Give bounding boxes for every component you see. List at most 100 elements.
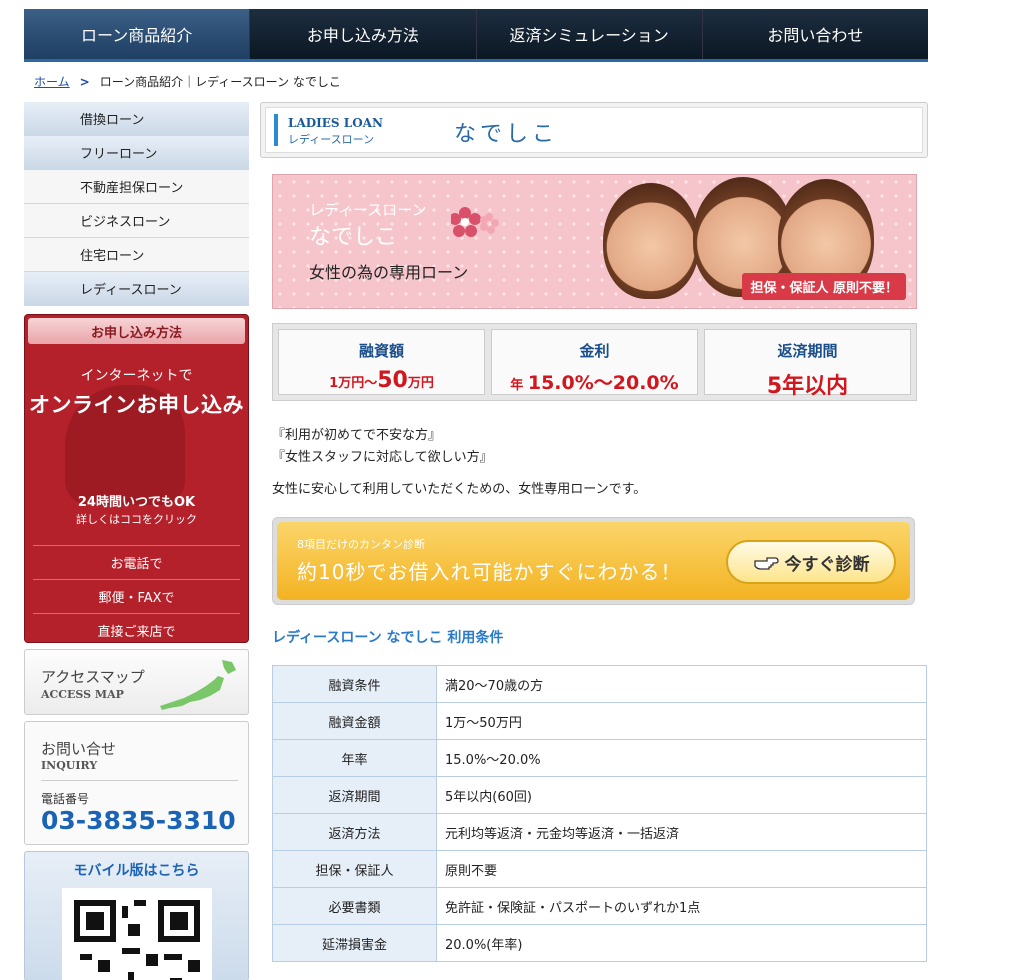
conditions-table: 融資条件 満20～70歳の方 融資金額 1万～50万円 年率 15.0%～20.0% … [272, 665, 927, 962]
product-description: 『利用が初めてで不安な方』 『女性スタッフに対応して欲しい方』 女性に安心して利… [272, 425, 928, 501]
page-title-japanese: レディースローン [288, 133, 375, 146]
banner-badge: 担保・保証人 原則不要！ [742, 273, 906, 300]
breadcrumb-separator: > [79, 74, 90, 89]
condition-value: 20.0%(年率) [436, 924, 927, 962]
apply-by-phone-link[interactable]: お電話で [33, 545, 240, 579]
qr-code-frame [62, 888, 212, 980]
condition-value: 15.0%～20.0% [436, 739, 927, 777]
sidebar-item-free-loan[interactable]: フリーローン [24, 136, 249, 170]
apply-detail-link[interactable]: 詳しくはココをクリック [25, 511, 248, 527]
diagnosis-small-text: 8項目だけのカンタン診断 [297, 538, 425, 551]
access-map-subtitle: ACCESS MAP [41, 688, 124, 701]
qr-code-icon [74, 900, 200, 980]
condition-value: 満20～70歳の方 [436, 665, 927, 703]
spec-interest-rate-range: 15.0%～20.0% [527, 372, 679, 394]
condition-key: 融資条件 [272, 665, 437, 703]
phone-number[interactable]: 03-3835-3310 [41, 806, 236, 835]
access-map-title: アクセスマップ [41, 668, 145, 686]
title-accent-bar [274, 114, 278, 146]
quick-diagnosis-banner[interactable]: 8項目だけのカンタン診断 約10秒でお借入れ可能かすぐにわかる！ 今すぐ診断 [272, 517, 915, 605]
condition-key: 必要書類 [272, 887, 437, 925]
breadcrumb-home-link[interactable]: ホーム [34, 73, 70, 90]
mobile-site-title: モバイル版はこちら [73, 863, 200, 879]
japan-map-icon [160, 660, 236, 710]
page-title-inner: LADIES LOAN レディースローン なでしこ [265, 107, 923, 153]
nav-loan-products[interactable]: ローン商品紹介 [24, 9, 251, 59]
description-line-2: 『女性スタッフに対応して欲しい方』 [272, 450, 493, 465]
condition-value: 原則不要 [436, 850, 927, 888]
diagnose-now-button[interactable]: 今すぐ診断 [726, 540, 896, 584]
diagnosis-large-text: 約10秒でお借入れ可能かすぐにわかる！ [297, 560, 682, 584]
inquiry-title: お問い合せ [41, 740, 117, 758]
woman-photo-1 [603, 183, 699, 299]
nav-repayment-simulation[interactable]: 返済シミュレーション [477, 9, 703, 59]
apply-in-store-link[interactable]: 直接ご来店で [33, 613, 240, 642]
table-row: 必要書類 免許証・保険証・パスポートのいずれか1点 [272, 887, 927, 925]
main-content: LADIES LOAN レディースローン なでしこ レディースローン なでしこ … [260, 102, 928, 962]
sidebar-item-housing-loan[interactable]: 住宅ローン [24, 238, 249, 272]
spec-interest-rate: 金利 年 15.0%～20.0% [491, 329, 698, 395]
condition-value: 1万～50万円 [436, 702, 927, 740]
spec-repayment-period-label: 返済期間 [777, 342, 838, 360]
spec-interest-rate-label: 金利 [579, 342, 610, 360]
spec-interest-rate-value: 年 15.0%～20.0% [492, 368, 697, 395]
condition-value: 元利均等返済・元金均等返済・一括返済 [436, 813, 927, 851]
access-map-banner[interactable]: アクセスマップ ACCESS MAP [24, 649, 249, 715]
online-apply-link[interactable]: オンラインお申し込み [25, 389, 248, 419]
loan-spec-summary: 融資額 1万円～50万円 金利 年 15.0%～20.0% 返済期間 5年以内 [272, 323, 917, 401]
page-title-product-name: なでしこ [454, 122, 559, 147]
spec-loan-amount-max: 50 [377, 368, 408, 393]
quick-diagnosis-inner: 8項目だけのカンタン診断 約10秒でお借入れ可能かすぐにわかる！ 今すぐ診断 [277, 522, 910, 600]
phone-number-label: 電話番号 [41, 792, 90, 806]
banner-line-3: 女性の為の専用ローン [309, 263, 469, 282]
apply-internet-label: インターネットで [80, 368, 193, 384]
spec-interest-rate-prefix: 年 [510, 378, 524, 393]
table-row: 担保・保証人 原則不要 [272, 850, 927, 888]
breadcrumb-current: ローン商品紹介｜レディースローン なでしこ [99, 75, 341, 89]
spec-loan-amount-min: 1万円～ [329, 376, 378, 391]
apply-by-mail-fax-link[interactable]: 郵便・FAXで [33, 579, 240, 613]
spec-loan-amount-unit: 万円 [407, 376, 434, 391]
spec-loan-amount: 融資額 1万円～50万円 [278, 329, 485, 395]
description-line-3: 女性に安心して利用していただくための、女性専用ローンです。 [272, 482, 647, 497]
conditions-heading: レディースローン なでしこ 利用条件 [272, 630, 504, 646]
condition-key: 融資金額 [272, 702, 437, 740]
condition-key: 返済方法 [272, 813, 437, 851]
sidebar-menu: 借換ローン フリーローン 不動産担保ローン ビジネスローン 住宅ローン レディー… [24, 102, 249, 306]
sidebar-item-real-estate-loan[interactable]: 不動産担保ローン [24, 170, 249, 204]
condition-key: 担保・保証人 [272, 850, 437, 888]
description-line-1: 『利用が初めてで不安な方』 [272, 428, 442, 443]
apply-24h-label: 24時間いつでもOK [77, 495, 196, 510]
condition-key: 年率 [272, 739, 437, 777]
mobile-site-box: モバイル版はこちら [24, 851, 249, 980]
condition-key: 返済期間 [272, 776, 437, 814]
diagnose-now-label: 今すぐ診断 [784, 554, 870, 575]
top-navigation: ローン商品紹介 お申し込み方法 返済シミュレーション お問い合わせ [24, 9, 928, 62]
sidebar-item-business-loan[interactable]: ビジネスローン [24, 204, 249, 238]
sidebar-item-refinance-loan[interactable]: 借換ローン [24, 102, 249, 136]
banner-line-1: レディースローン [309, 201, 427, 219]
table-row: 年率 15.0%～20.0% [272, 739, 927, 777]
apply-method-box: お申し込み方法 インターネットで オンラインお申し込み 24時間いつでもOK 詳… [24, 314, 249, 643]
table-row: 融資条件 満20～70歳の方 [272, 665, 927, 703]
condition-value: 5年以内(60回) [436, 776, 927, 814]
table-row: 延滞損害金 20.0%(年率) [272, 924, 927, 962]
table-row: 返済期間 5年以内(60回) [272, 776, 927, 814]
page-title-box: LADIES LOAN レディースローン なでしこ [260, 102, 928, 158]
apply-box-header: お申し込み方法 [28, 318, 245, 344]
sidebar-item-ladies-loan[interactable]: レディースローン [24, 272, 249, 306]
table-row: 融資金額 1万～50万円 [272, 702, 927, 740]
spec-repayment-period-value: 5年以内 [766, 374, 849, 399]
banner-line-2: なでしこ [309, 225, 398, 250]
table-row: 返済方法 元利均等返済・元金均等返済・一括返済 [272, 813, 927, 851]
inquiry-subtitle: INQUIRY [41, 759, 98, 772]
inquiry-divider [41, 780, 238, 781]
spec-loan-amount-label: 融資額 [358, 342, 404, 360]
flower-icon [451, 207, 499, 237]
inquiry-box: お問い合せ INQUIRY 電話番号 03-3835-3310 [24, 721, 249, 845]
nav-contact[interactable]: お問い合わせ [703, 9, 928, 59]
sidebar: 借換ローン フリーローン 不動産担保ローン ビジネスローン 住宅ローン レディー… [24, 102, 249, 980]
condition-value: 免許証・保険証・パスポートのいずれか1点 [436, 887, 927, 925]
nav-apply-method[interactable]: お申し込み方法 [250, 9, 477, 59]
page-title-english: LADIES LOAN [288, 116, 383, 130]
